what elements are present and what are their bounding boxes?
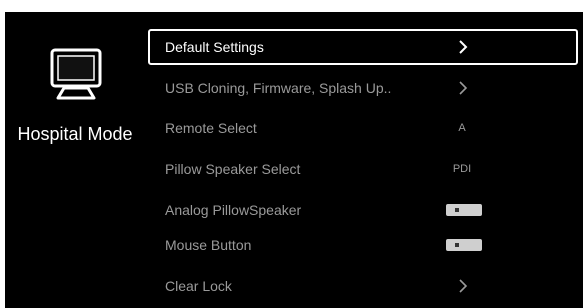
toggle-knob — [455, 243, 459, 247]
menu-item-usb-cloning[interactable]: USB Cloning, Firmware, Splash Up.. — [148, 70, 578, 106]
menu-item-label: Default Settings — [165, 39, 264, 55]
menu-item-label: Clear Lock — [165, 278, 232, 294]
side-panel-title: Hospital Mode — [17, 124, 133, 144]
menu-item-mouse-button[interactable]: Mouse Button — [148, 227, 578, 263]
remote-select-value: A — [458, 122, 466, 134]
analog-pillowspeaker-toggle[interactable] — [446, 204, 482, 216]
menu-item-label: Mouse Button — [165, 237, 252, 253]
menu-item-label: USB Cloning, Firmware, Splash Up.. — [165, 80, 392, 96]
menu-item-default-settings[interactable]: Default Settings — [148, 29, 578, 65]
chevron-right-icon — [459, 40, 468, 54]
settings-menu: Default Settings USB Cloning, Firmware, … — [148, 29, 578, 308]
monitor-icon — [50, 48, 102, 100]
menu-item-label: Pillow Speaker Select — [165, 161, 301, 177]
mouse-button-toggle[interactable] — [446, 239, 482, 251]
menu-item-pillow-speaker-select[interactable]: Pillow Speaker Select PDI — [148, 151, 578, 187]
menu-item-clear-lock[interactable]: Clear Lock — [148, 268, 578, 304]
chevron-right-icon — [459, 81, 468, 95]
pillow-speaker-select-value: PDI — [452, 163, 472, 175]
menu-item-label: Analog PillowSpeaker — [165, 202, 302, 218]
side-panel: Hospital Mode — [5, 12, 145, 308]
toggle-knob — [455, 208, 459, 212]
hospital-mode-screen: Hospital Mode Default Settings USB Cloni… — [5, 12, 583, 308]
chevron-right-icon — [459, 279, 468, 293]
menu-item-remote-select[interactable]: Remote Select A — [148, 110, 578, 146]
menu-item-analog-pillowspeaker[interactable]: Analog PillowSpeaker — [148, 192, 578, 228]
menu-item-label: Remote Select — [165, 120, 257, 136]
